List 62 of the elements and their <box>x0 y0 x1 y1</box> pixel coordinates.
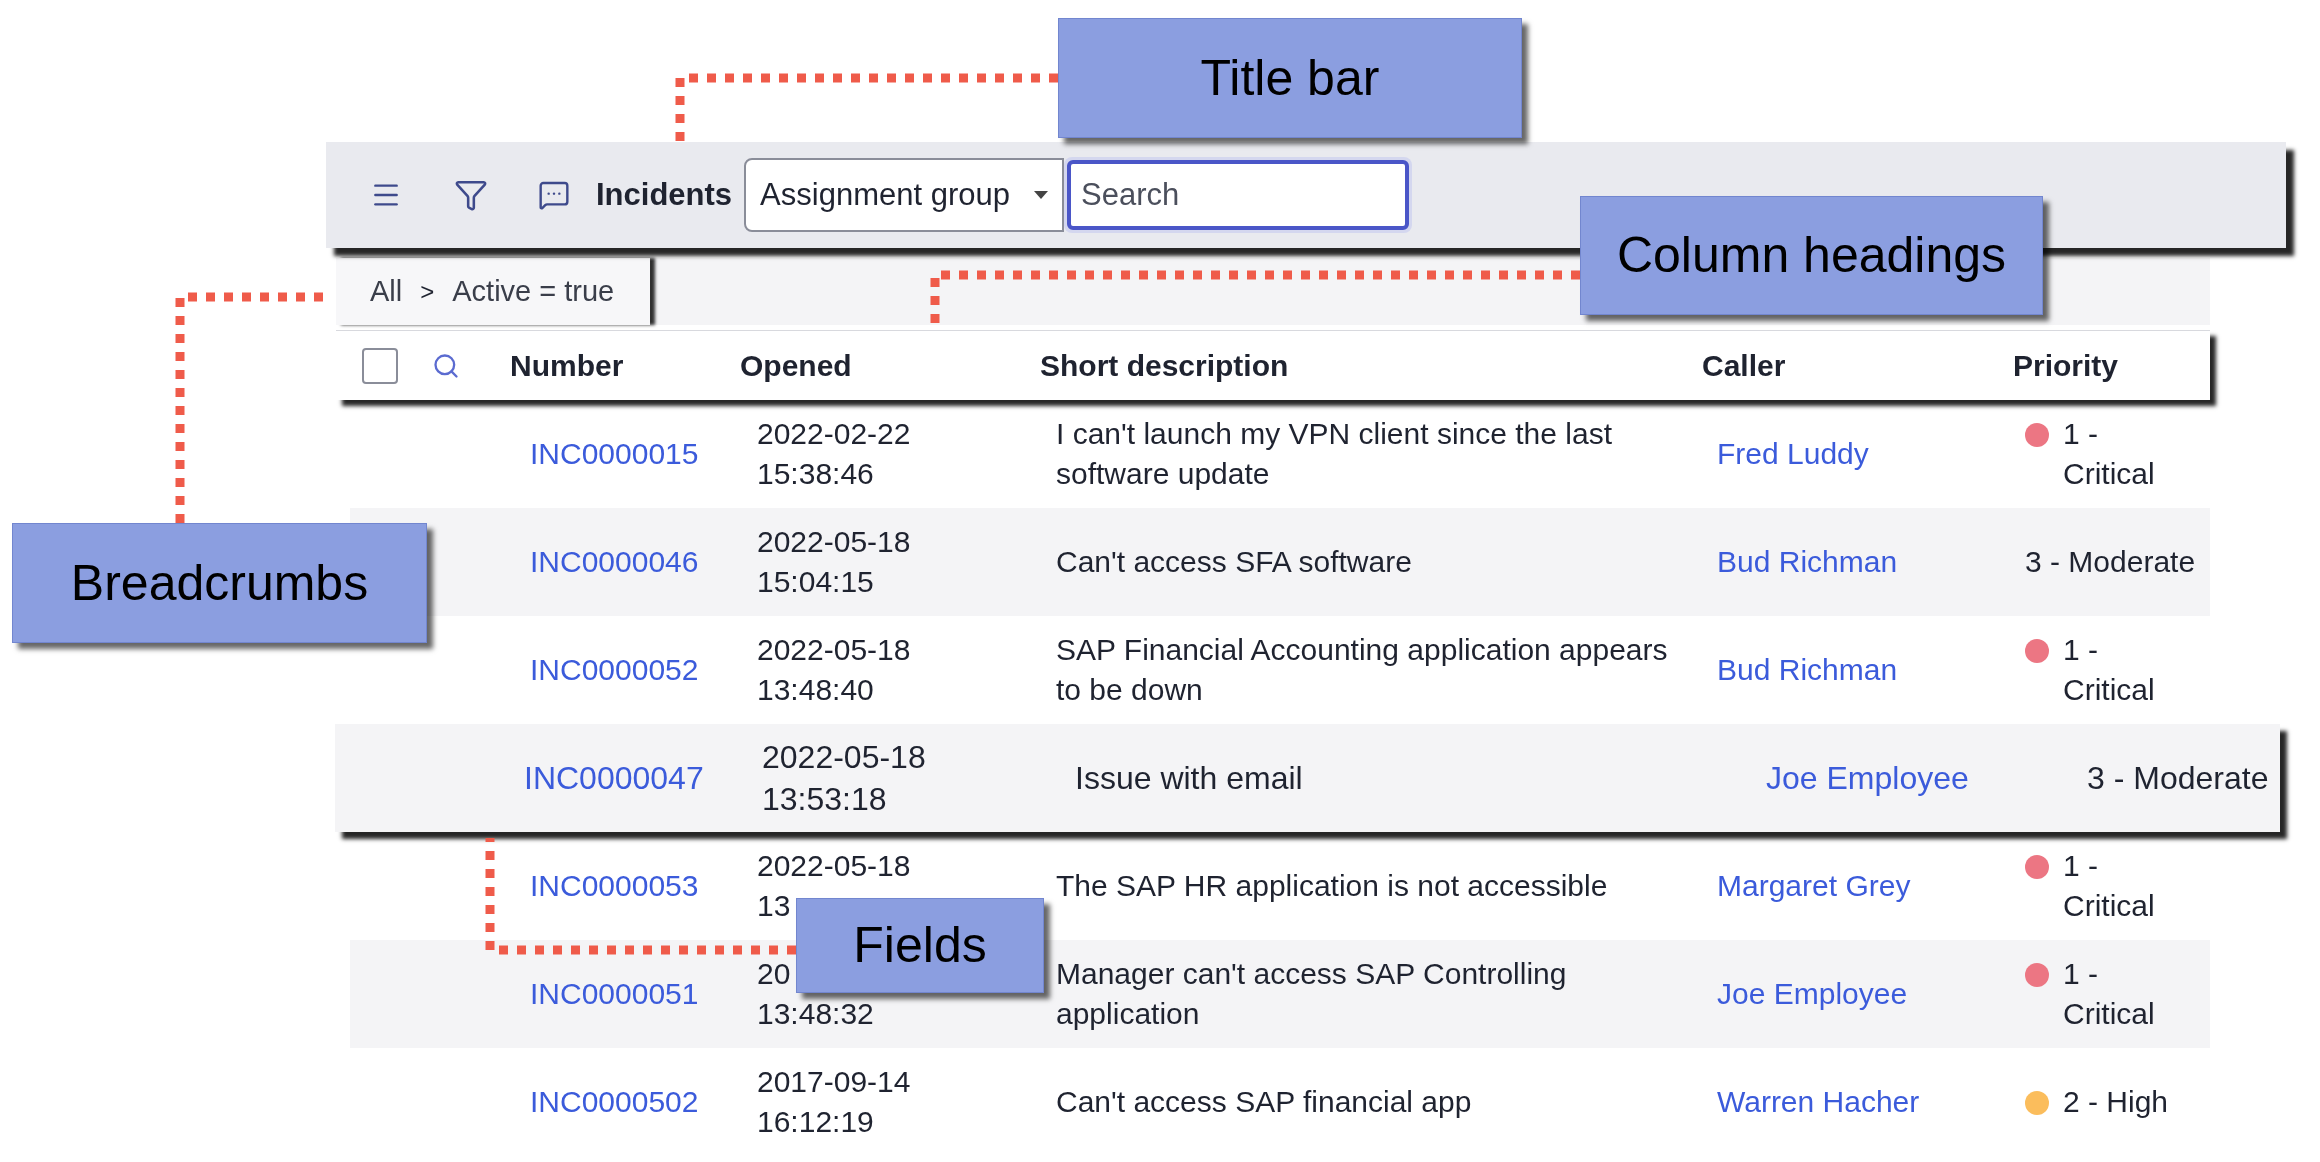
opened-text: 13 <box>757 888 792 924</box>
opened-text: 13:53:18 <box>762 780 888 819</box>
opened-text: 2022-05-18 <box>757 524 912 560</box>
caller-link[interactable]: Warren Hacher <box>1717 1082 2025 1122</box>
column-heading[interactable]: Short description <box>1040 343 1702 388</box>
opened-text: 2017-09-14 <box>757 1064 912 1100</box>
incident-number-link[interactable]: INC0000052 <box>530 650 757 690</box>
description-text: I can't launch my VPN client since the last software update <box>1056 416 1613 492</box>
incident-number-link[interactable]: INC0000047 <box>524 757 762 799</box>
opened-text: 15:38:46 <box>757 456 875 492</box>
priority-text: 2 - High <box>2063 1084 2170 1120</box>
filter-icon[interactable] <box>454 178 488 212</box>
opened-text: 20 <box>757 956 792 992</box>
search-field[interactable]: Search <box>1067 160 1410 230</box>
priority-text: 1 - Critical <box>2063 956 2156 1032</box>
caller-link[interactable]: Bud Richman <box>1717 650 2025 690</box>
callout-label: Column headings <box>1580 196 2043 315</box>
incident-number-link[interactable]: INC0000046 <box>530 542 757 582</box>
description-text: Manager can't access SAP Controlling application <box>1056 956 1568 1032</box>
chat-icon[interactable] <box>538 179 570 211</box>
description-text: The SAP HR application is not accessible <box>1056 868 1609 904</box>
column-heading[interactable]: Opened <box>740 343 1040 388</box>
search-icon[interactable] <box>432 351 460 380</box>
select-all-checkbox[interactable] <box>362 347 398 384</box>
opened-text: 2022-05-18 <box>757 632 912 668</box>
callout-label: Fields <box>796 898 1044 993</box>
incident-number-link[interactable]: INC0000051 <box>530 974 757 1014</box>
caller-link[interactable]: Fred Luddy <box>1717 434 2025 474</box>
breadcrumb-link[interactable]: All <box>370 269 403 314</box>
description-text: Can't access SFA software <box>1056 544 1413 580</box>
callout-label: Title bar <box>1058 18 1522 138</box>
caller-link[interactable]: Bud Richman <box>1717 542 2025 582</box>
priority-text: 1 - Critical <box>2063 632 2156 708</box>
opened-text: 15:04:15 <box>757 564 875 600</box>
list-title: Incidents <box>596 175 733 214</box>
priority-text: 1 - Critical <box>2063 416 2156 492</box>
caller-link[interactable]: Joe Employee <box>1766 757 2087 799</box>
breadcrumb-separator: > <box>420 276 435 307</box>
caller-link[interactable]: Margaret Grey <box>1717 866 2025 906</box>
caret-icon <box>1034 191 1049 199</box>
description-text: Can't access SAP financial app <box>1056 1084 1473 1120</box>
field-select[interactable]: Assignment group <box>744 158 1065 232</box>
breadcrumb-link[interactable]: Active = true <box>452 269 615 314</box>
opened-text: 16:12:19 <box>757 1104 875 1140</box>
opened-text: 13:48:32 <box>757 996 875 1032</box>
callout-label: Breadcrumbs <box>12 523 427 643</box>
incident-number-link[interactable]: INC0000053 <box>530 866 757 906</box>
priority-text: 1 - Critical <box>2063 848 2156 924</box>
incident-number-link[interactable]: INC0000015 <box>530 434 757 474</box>
description-text: Issue with email <box>1075 759 1304 798</box>
priority-text: 3 - Moderate <box>2025 544 2196 580</box>
description-text: SAP Financial Accounting application appears to be down <box>1056 632 1669 708</box>
column-heading[interactable]: Caller <box>1702 343 2013 388</box>
priority-text: 3 - Moderate <box>2087 759 2269 798</box>
column-heading[interactable]: Priority <box>2013 343 2210 388</box>
opened-text: 2022-05-18 <box>757 848 912 884</box>
opened-text: 13:48:40 <box>757 672 875 708</box>
column-heading[interactable]: Number <box>510 343 740 388</box>
incident-number-link[interactable]: INC0000502 <box>530 1082 757 1122</box>
caller-link[interactable]: Joe Employee <box>1717 974 2025 1014</box>
opened-text: 2022-05-18 <box>762 738 927 777</box>
opened-text: 2022-02-22 <box>757 416 912 452</box>
